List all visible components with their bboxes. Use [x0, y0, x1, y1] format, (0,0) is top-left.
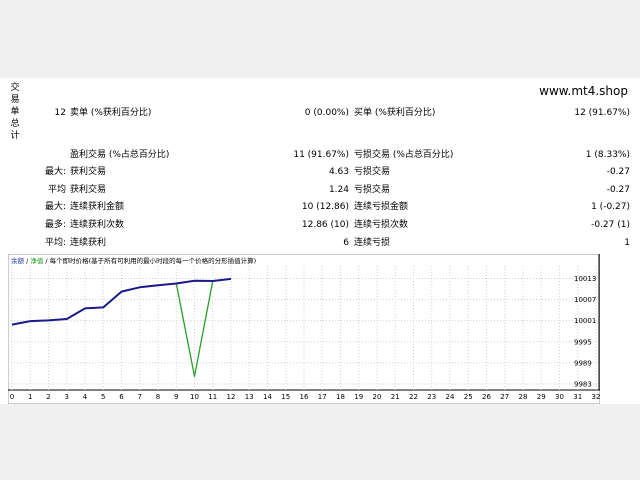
legend-equity: 净值: [30, 256, 44, 265]
largest-prefix: 最大:: [44, 167, 66, 177]
x-tick-label: 32: [592, 393, 600, 401]
balance-chart-svg: 余额 / 净值 / 每个即时价格(基于所有可利用的最小时段的每一个价格的分形插值…: [7, 253, 601, 405]
average-profit-value: 1.24: [328, 185, 349, 195]
average-profit-label: 获利交易: [70, 185, 107, 195]
max-consecutive-profit-value: 10 (12.86): [301, 202, 349, 212]
x-tick-label: 2: [46, 393, 50, 401]
x-tick-label: 10: [190, 393, 199, 401]
avg-consecutive-wins-label: 连续获利: [70, 238, 107, 248]
y-tick-label: 10001: [574, 317, 596, 325]
y-tick-label: 9995: [574, 338, 592, 346]
loss-trades-label: 亏损交易 (%占总百分比): [354, 150, 454, 160]
x-tick-label: 12: [227, 393, 236, 401]
total-trades-value: 12: [54, 108, 66, 118]
most-prefix: 最多:: [44, 220, 66, 230]
max-consecutive-wins-label: 连续获利次数: [70, 220, 125, 230]
vertical-title-char: 易: [10, 95, 20, 105]
x-tick-label: 18: [336, 393, 345, 401]
sell-label: 卖单 (%获利百分比): [70, 108, 152, 118]
legend-balance: 余额: [11, 256, 25, 265]
x-tick-label: 17: [318, 393, 327, 401]
max-consecutive-wins-value: 12.86 (10): [301, 220, 349, 230]
x-tick-label: 26: [482, 393, 491, 401]
x-tick-label: 23: [427, 393, 436, 401]
x-tick-label: 19: [354, 393, 363, 401]
average-loss-label: 亏损交易: [354, 185, 391, 195]
largest-loss-value: -0.27: [606, 167, 630, 177]
x-tick-label: 30: [555, 393, 564, 401]
sell-value: 0 (0.00%): [304, 108, 349, 118]
profit-trades-label: 盈利交易 (%占总百分比): [70, 150, 170, 160]
x-tick-label: 5: [101, 393, 105, 401]
average-prefix: 平均: [47, 185, 66, 195]
profit-trades-value: 11 (91.67%): [293, 150, 349, 160]
avg-prefix: 平均:: [44, 238, 66, 248]
avg-consecutive-losses-value: 1: [624, 238, 630, 248]
y-tick-label: 10007: [574, 296, 596, 304]
largest-profit-value: 4.63: [328, 167, 349, 177]
x-tick-label: 6: [119, 393, 124, 401]
vertical-title-char: 交: [10, 83, 20, 93]
x-tick-label: 14: [263, 393, 272, 401]
avg-consecutive-wins-value: 6: [343, 238, 349, 248]
vertical-title-char: 单: [10, 107, 20, 117]
x-tick-label: 9: [174, 393, 178, 401]
x-tick-label: 22: [409, 393, 418, 401]
y-tick-label: 10013: [574, 275, 596, 283]
max-consecutive-losses-value: -0.27 (1): [591, 220, 630, 230]
x-tick-label: 4: [83, 393, 88, 401]
chart-legend: 余额 / 净值 / 每个即时价格(基于所有可利用的最小时段的每一个价格的分形插值…: [11, 256, 256, 265]
y-tick-label: 9989: [574, 359, 592, 367]
x-tick-label: 24: [446, 393, 455, 401]
average-loss-value: -0.27: [606, 185, 630, 195]
x-tick-label: 1: [28, 393, 32, 401]
x-tick-label: 8: [156, 393, 160, 401]
x-tick-label: 25: [464, 393, 473, 401]
x-tick-label: 16: [300, 393, 309, 401]
avg-consecutive-losses-label: 连续亏损: [354, 238, 391, 248]
max-consecutive-loss-value: 1 (-0.27): [591, 202, 630, 212]
x-tick-label: 27: [500, 393, 509, 401]
y-tick-label: 9983: [574, 381, 592, 389]
balance-chart: 余额 / 净值 / 每个即时价格(基于所有可利用的最小时段的每一个价格的分形插值…: [7, 253, 601, 405]
x-tick-label: 11: [208, 393, 217, 401]
legend-description: / 每个即时价格(基于所有可利用的最小时段的每一个价格的分形插值计算): [43, 256, 256, 265]
x-tick-label: 13: [245, 393, 254, 401]
x-tick-label: 3: [65, 393, 69, 401]
x-tick-label: 31: [573, 393, 582, 401]
report-vertical-title: 交 易 单 总 计: [9, 82, 21, 142]
x-tick-label: 21: [391, 393, 400, 401]
largest-profit-label: 获利交易: [70, 167, 107, 177]
x-tick-label: 28: [519, 393, 528, 401]
bottom-background: [0, 404, 640, 480]
site-watermark: www.mt4.shop: [539, 84, 628, 98]
vertical-title-char: 总: [10, 119, 20, 129]
loss-trades-value: 1 (8.33%): [585, 150, 630, 160]
max-consecutive-profit-label: 连续获利金额: [70, 202, 125, 212]
x-tick-label: 0: [10, 393, 14, 401]
top-background: [0, 0, 640, 78]
max-prefix: 最大:: [44, 202, 66, 212]
buy-label: 买单 (%获利百分比): [354, 108, 436, 118]
buy-value: 12 (91.67%): [574, 108, 630, 118]
x-tick-label: 20: [373, 393, 382, 401]
max-consecutive-loss-label: 连续亏损金额: [354, 202, 409, 212]
largest-loss-label: 亏损交易: [354, 167, 391, 177]
max-consecutive-losses-label: 连续亏损次数: [354, 220, 409, 230]
x-tick-label: 29: [537, 393, 546, 401]
x-tick-label: 15: [281, 393, 290, 401]
x-tick-label: 7: [138, 393, 142, 401]
vertical-title-char: 计: [10, 131, 20, 141]
